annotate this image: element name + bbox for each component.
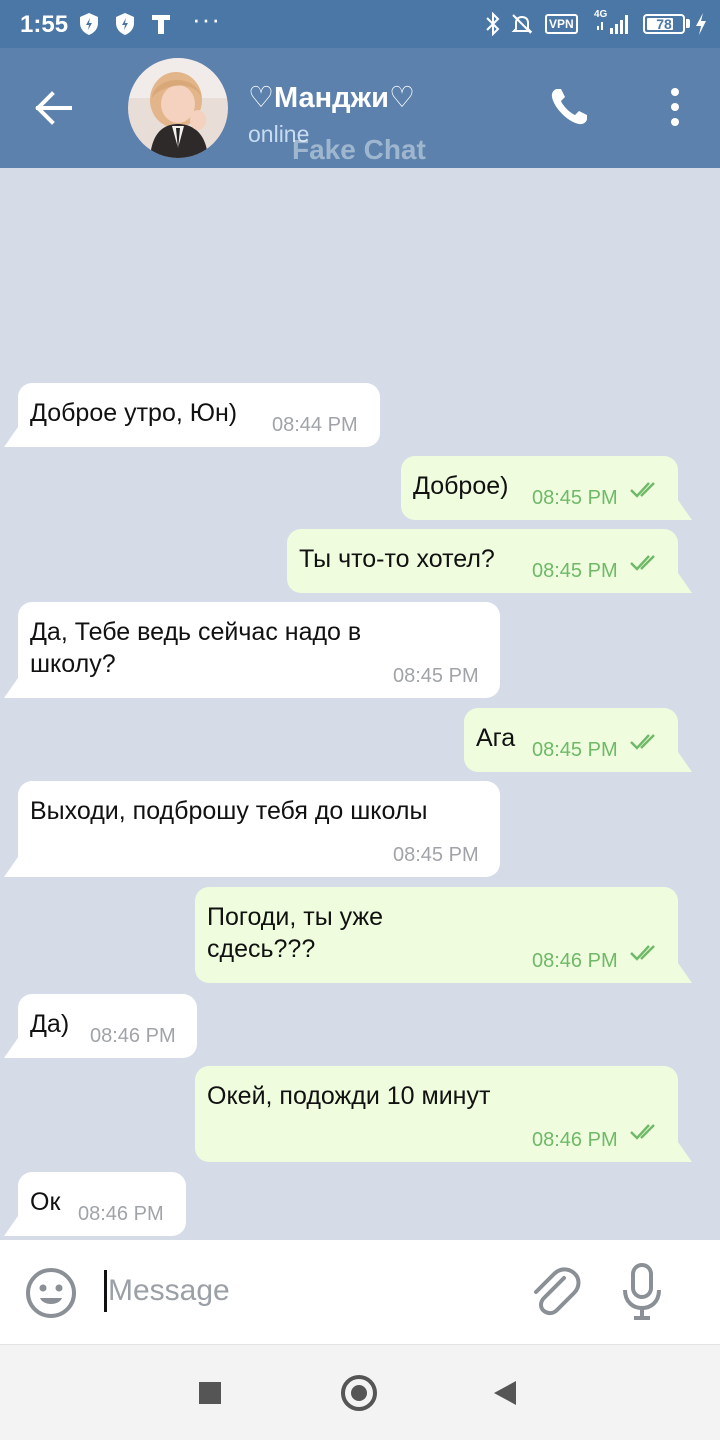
message-incoming[interactable]: Ок 08:46 PM: [4, 1172, 186, 1236]
charging-icon: [696, 13, 706, 35]
phone-icon[interactable]: [548, 86, 590, 128]
recents-button[interactable]: [199, 1382, 221, 1404]
message-text: Окей, подожди 10 минут: [207, 1082, 491, 1110]
message-incoming[interactable]: Да) 08:46 PM: [4, 994, 197, 1058]
signal-icon: [597, 15, 628, 34]
home-dot-icon: [351, 1385, 367, 1401]
message-time: 08:45 PM: [393, 665, 479, 687]
message-time: 08:45 PM: [532, 560, 618, 582]
message-outgoing[interactable]: Ага 08:45 PM: [464, 708, 692, 772]
double-check-icon: [630, 734, 655, 750]
message-outgoing[interactable]: Ты что-то хотел? 08:45 PM: [287, 529, 692, 593]
message-text: Доброе утро, Юн): [30, 399, 238, 427]
message-time: 08:45 PM: [532, 739, 618, 761]
message-text: Погоди, ты уже сдесь???: [207, 903, 384, 963]
vpn-badge: VPN: [545, 14, 578, 34]
shield-icon: [80, 13, 98, 35]
message-outgoing[interactable]: Погоди, ты уже сдесь??? 08:46 PM: [195, 887, 692, 983]
message-time: 08:46 PM: [532, 950, 618, 972]
avatar[interactable]: [128, 58, 228, 158]
message-time: 08:46 PM: [90, 1025, 176, 1047]
message-incoming[interactable]: Доброе утро, Юн) 08:44 PM: [4, 383, 380, 447]
contact-name[interactable]: ♡Манджи♡: [248, 80, 415, 115]
message-text: Ты что-то хотел?: [299, 545, 495, 573]
bluetooth-icon: [486, 12, 500, 36]
message-time: 08:46 PM: [532, 1129, 618, 1151]
message-text: Выходи, подброшу тебя до школы: [30, 797, 428, 825]
message-text: Доброе): [413, 472, 509, 500]
t-app-icon: [152, 15, 170, 34]
battery-level: 78: [656, 16, 672, 32]
battery-icon: 78: [643, 14, 685, 34]
message-time: 08:45 PM: [532, 487, 618, 509]
message-text: Ага: [476, 724, 516, 752]
text-caret: [104, 1270, 107, 1312]
message-text: Да): [30, 1010, 70, 1038]
system-nav-bar: [0, 1344, 720, 1440]
message-composer: [0, 1240, 720, 1344]
avatar-image: [128, 58, 228, 158]
watermark: Fake Chat: [292, 134, 426, 165]
double-check-icon: [630, 945, 655, 961]
double-check-icon: [630, 555, 655, 571]
more-vert-icon[interactable]: [660, 84, 690, 130]
message-incoming[interactable]: Да, Тебе ведь сейчас надо в школу? 08:45…: [4, 602, 500, 698]
chat-header: ♡Манджи♡ online Fake Chat: [0, 48, 720, 168]
shield-icon: [116, 13, 134, 35]
home-button[interactable]: [341, 1375, 377, 1411]
double-check-icon: [630, 1124, 655, 1140]
message-incoming[interactable]: Выходи, подброшу тебя до школы 08:45 PM: [4, 781, 500, 877]
message-text: Ок: [30, 1188, 61, 1216]
message-outgoing[interactable]: Доброе) 08:45 PM: [401, 456, 692, 520]
message-input[interactable]: [108, 1266, 508, 1316]
emoji-icon[interactable]: [24, 1266, 78, 1320]
bell-off-icon: [511, 14, 533, 34]
status-time: 1:55: [20, 11, 69, 38]
attach-icon[interactable]: [526, 1264, 582, 1320]
battery-tip: [686, 19, 690, 28]
message-text: Да, Тебе ведь сейчас надо в школу?: [30, 618, 362, 678]
double-check-icon: [630, 482, 655, 498]
more-notifications-icon: ···: [192, 4, 221, 34]
back-arrow-icon[interactable]: [30, 86, 78, 130]
mic-icon[interactable]: [620, 1262, 664, 1322]
status-bar: 1:55 ··· VPN 4G 78: [0, 0, 720, 48]
message-outgoing[interactable]: Окей, подожди 10 минут 08:46 PM: [195, 1066, 692, 1162]
nav-back-button[interactable]: [494, 1381, 516, 1405]
message-time: 08:45 PM: [393, 844, 479, 866]
message-time: 08:44 PM: [272, 414, 358, 436]
message-time: 08:46 PM: [78, 1203, 164, 1225]
